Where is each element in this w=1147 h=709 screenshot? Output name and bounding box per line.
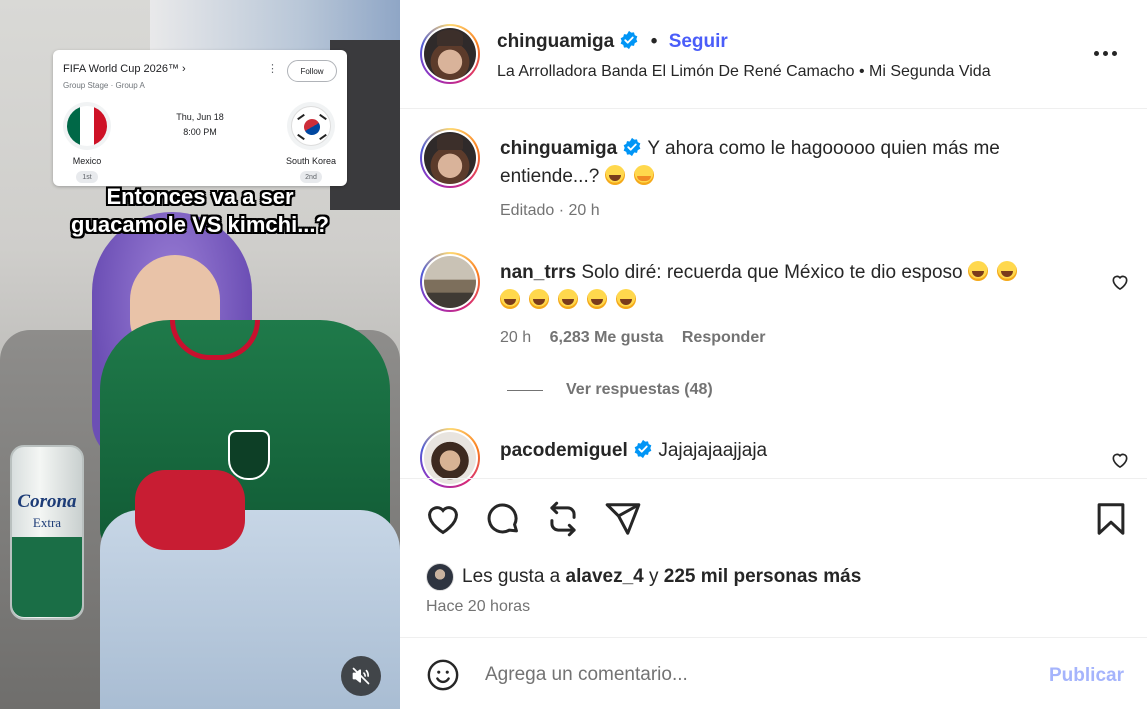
comment-body: pacodemiguel Jajajajaajjaja [500, 437, 1080, 465]
likes-prefix: Les gusta a [462, 566, 561, 587]
publish-button[interactable]: Publicar [1049, 665, 1124, 687]
comment-body: nan_trrs Solo diré: recuerda que México … [500, 259, 1060, 315]
likes-count[interactable]: 225 mil personas más [664, 566, 862, 588]
author-username[interactable]: chinguamiga [497, 31, 614, 52]
laughing-emoji-icon [616, 289, 636, 309]
beer-can: Corona Extra [10, 445, 84, 620]
comment-avatar-nan-trrs[interactable] [420, 252, 480, 312]
more-vertical-icon: ⋮ [267, 63, 278, 75]
fifa-card-subtitle: Group Stage · Group A [63, 81, 145, 90]
post-header: chinguamiga • Seguir La Arrolladora Band… [400, 0, 1147, 109]
fifa-match-card: FIFA World Cup 2026™ › Group Stage · Gro… [53, 50, 347, 186]
verified-badge-icon [621, 30, 638, 50]
view-replies-label: Ver respuestas (48) [566, 381, 713, 398]
match-date: Thu, Jun 18 [176, 112, 224, 122]
can-band [12, 537, 82, 617]
comment-text: Solo diré: recuerda que México te dio es… [581, 262, 963, 283]
replies-divider [507, 389, 543, 391]
video-caption: Entonces va a ser guacamole VS kimchi...… [20, 183, 380, 239]
team-away: South Korea [285, 156, 337, 166]
comment-bar: Publicar [400, 639, 1147, 709]
caption-meta: Editado · 20 h [500, 202, 600, 219]
likes-summary[interactable]: Les gusta a alavez_4 y 225 mil personas … [426, 563, 861, 591]
post-sidebar: chinguamiga • Seguir La Arrolladora Band… [400, 0, 1147, 709]
comment-meta: 20 h 6,283 Me gusta Responder [500, 329, 765, 347]
separator-dot: • [650, 31, 658, 52]
post-actions: Les gusta a alavez_4 y 225 mil personas … [400, 478, 1147, 638]
team-home-rank: 1st [76, 171, 98, 183]
team-away-rank: 2nd [300, 171, 322, 183]
laughing-emoji-icon [604, 165, 625, 185]
comment-text: Jajajajaajjaja [658, 440, 768, 461]
emoji-picker-icon[interactable] [426, 658, 460, 692]
caption-body: chinguamiga Y ahora como le hagooooo qui… [500, 135, 1080, 191]
comment-bubble-icon[interactable] [484, 500, 522, 538]
view-replies-button[interactable]: Ver respuestas (48) [507, 381, 713, 399]
save-bookmark-icon[interactable] [1092, 500, 1130, 538]
mexico-flag-icon [63, 102, 111, 150]
author-avatar[interactable] [420, 24, 480, 84]
like-heart-icon[interactable] [424, 500, 462, 538]
fifa-follow-button: Follow [287, 60, 337, 82]
laughing-emoji-icon [500, 289, 520, 309]
comment-username[interactable]: nan_trrs [500, 262, 576, 283]
muted-speaker-icon [352, 667, 370, 685]
share-send-icon[interactable] [604, 500, 642, 538]
team-home: Mexico [72, 156, 102, 166]
comment-time: 20 h [500, 329, 532, 346]
laughing-emoji-icon [996, 261, 1017, 281]
red-scarf [135, 470, 245, 550]
comment-input[interactable] [485, 661, 1005, 689]
like-comment-heart-icon[interactable] [1110, 272, 1130, 292]
likes-joiner: y [649, 566, 659, 587]
mute-button[interactable] [341, 656, 381, 696]
match-time: 8:00 PM [183, 127, 217, 137]
laughing-emoji-icon [587, 289, 607, 309]
more-options-icon[interactable] [1094, 42, 1122, 64]
caption-avatar[interactable] [420, 128, 480, 188]
audio-attribution[interactable]: La Arrolladora Banda El Limón De René Ca… [497, 63, 991, 81]
post-media[interactable]: Corona Extra FIFA World Cup 2026™ › Grou… [0, 0, 400, 709]
repost-icon[interactable] [544, 500, 582, 538]
verified-badge-icon [624, 137, 641, 157]
comment-username[interactable]: pacodemiguel [500, 440, 628, 461]
comment-likes[interactable]: 6,283 Me gusta [550, 329, 664, 346]
can-brand: Corona [17, 491, 77, 512]
follow-button[interactable]: Seguir [669, 31, 728, 52]
reply-button[interactable]: Responder [682, 329, 766, 346]
like-comment-heart-icon[interactable] [1110, 450, 1130, 470]
laughing-emoji-icon [529, 289, 549, 309]
video-caption-line2: guacamole VS kimchi...? [71, 212, 329, 237]
liker-avatar [426, 563, 454, 591]
author-line: chinguamiga • Seguir [497, 30, 728, 53]
laughing-emoji-icon [558, 289, 578, 309]
jersey-crest [228, 430, 270, 480]
laughing-emoji-icon [967, 261, 988, 281]
video-caption-line1: Entonces va a ser [106, 184, 294, 209]
verified-badge-icon [634, 439, 652, 459]
post-timestamp: Hace 20 horas [426, 598, 531, 615]
south-korea-flag-icon [287, 102, 335, 150]
fifa-card-title: FIFA World Cup 2026™ › [63, 63, 186, 75]
likes-user[interactable]: alavez_4 [566, 566, 644, 588]
hugging-emoji-icon [633, 165, 654, 185]
can-sub: Extra [32, 515, 62, 530]
caption-username[interactable]: chinguamiga [500, 138, 617, 159]
